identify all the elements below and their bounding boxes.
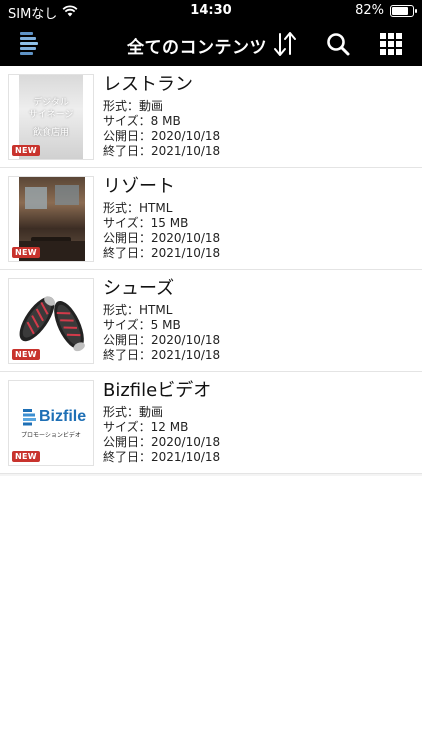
item-end-date: 終了日：2021/10/18 (103, 144, 221, 158)
item-published: 公開日：2020/10/18 (103, 333, 221, 347)
item-format: 形式：動画 (103, 405, 164, 419)
item-info: レストラン 形式：動画 サイズ：8 MB 公開日：2020/10/18 終了日：… (103, 74, 220, 159)
thumbnail-resort: NEW (8, 176, 94, 262)
thumbnail-caption: サイネージ (28, 110, 74, 120)
battery-icon (390, 4, 417, 17)
battery-percent: 82% (355, 3, 384, 18)
item-end-date: 終了日：2021/10/18 (103, 348, 221, 362)
item-size: サイズ：15 MB (103, 216, 189, 230)
status-bar: SIMなし 14:30 82% (0, 0, 422, 22)
new-badge: NEW (12, 349, 40, 360)
list-item[interactable]: デジタル サイネージ 飲食店用 NEW レストラン 形式：動画 サイズ：8 MB… (0, 66, 422, 170)
sort-icon[interactable] (272, 30, 298, 58)
content-list: デジタル サイネージ 飲食店用 NEW レストラン 形式：動画 サイズ：8 MB… (0, 66, 422, 476)
bizfile-logo-text: Bizfile (39, 408, 87, 425)
item-title: Bizfileビデオ (103, 380, 212, 401)
new-badge: NEW (12, 247, 40, 258)
page-title: 全てのコンテンツ (127, 38, 267, 58)
list-item[interactable]: NEW リゾート 形式：HTML サイズ：15 MB 公開日：2020/10/1… (0, 168, 422, 272)
list-item[interactable]: Bizfile プロモーションビデオ NEW Bizfileビデオ 形式：動画 … (0, 372, 422, 476)
item-format: 形式：HTML (103, 303, 173, 317)
item-published: 公開日：2020/10/18 (103, 435, 221, 449)
thumbnail-shoes: NEW (8, 278, 94, 364)
item-size: サイズ：5 MB (103, 318, 181, 332)
nav-bar: 全てのコンテンツ (0, 22, 422, 66)
thumbnail-caption: 飲食店用 (32, 128, 69, 138)
battery-level (392, 6, 408, 15)
new-badge: NEW (12, 145, 40, 156)
item-info: シューズ 形式：HTML サイズ：5 MB 公開日：2020/10/18 終了日… (103, 278, 220, 363)
item-title: リゾート (103, 176, 175, 197)
new-badge: NEW (12, 451, 40, 462)
item-title: レストラン (103, 74, 193, 95)
thumbnail-restaurant: デジタル サイネージ 飲食店用 NEW (8, 74, 94, 160)
item-title: シューズ (103, 278, 175, 299)
bizfile-logo-icon (23, 408, 36, 425)
status-right: 82% (355, 3, 417, 18)
item-format: 形式：動画 (103, 99, 164, 113)
grid-icon[interactable] (379, 32, 403, 56)
item-published: 公開日：2020/10/18 (103, 129, 221, 143)
item-size: サイズ：12 MB (103, 420, 189, 434)
logo-icon[interactable] (16, 30, 42, 58)
item-end-date: 終了日：2021/10/18 (103, 246, 221, 260)
list-item[interactable]: NEW シューズ 形式：HTML サイズ：5 MB 公開日：2020/10/18… (0, 270, 422, 374)
item-format: 形式：HTML (103, 201, 173, 215)
item-published: 公開日：2020/10/18 (103, 231, 221, 245)
item-size: サイズ：8 MB (103, 114, 181, 128)
item-info: Bizfileビデオ 形式：動画 サイズ：12 MB 公開日：2020/10/1… (103, 380, 220, 465)
item-info: リゾート 形式：HTML サイズ：15 MB 公開日：2020/10/18 終了… (103, 176, 220, 261)
item-end-date: 終了日：2021/10/18 (103, 450, 221, 464)
search-icon[interactable] (325, 31, 351, 57)
thumbnail-caption: プロモーションビデオ (21, 432, 81, 439)
thumbnail-bizfile: Bizfile プロモーションビデオ NEW (8, 380, 94, 466)
bizfile-logo: Bizfile (23, 408, 86, 426)
